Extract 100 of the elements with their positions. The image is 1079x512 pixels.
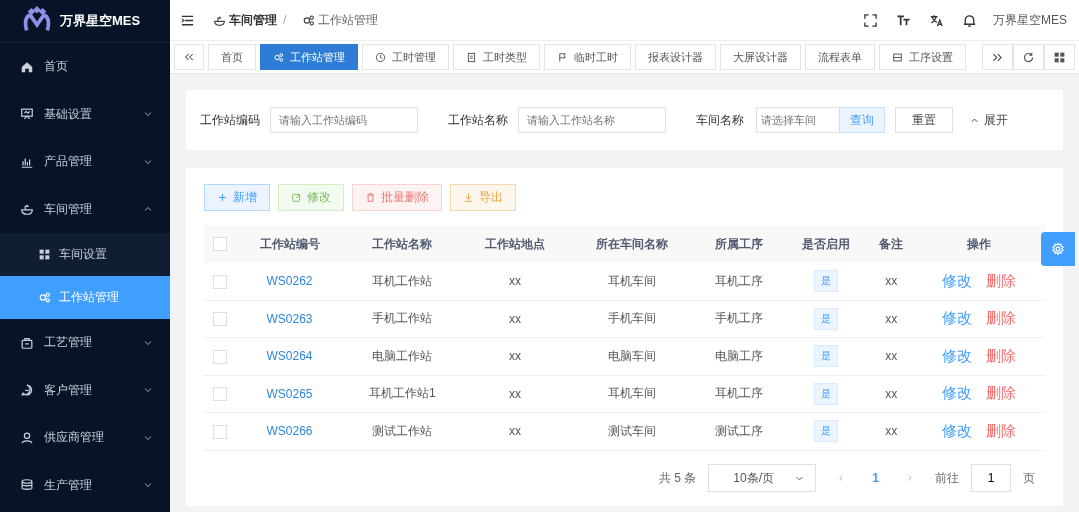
table-cell: 手机工序 [696, 300, 783, 338]
menu-label: 车间设置 [59, 246, 107, 263]
gears-icon [302, 13, 316, 27]
gears-icon [38, 291, 51, 304]
code-link[interactable]: WS0265 [266, 386, 313, 401]
submenu-item[interactable]: 车间设置 [0, 233, 170, 276]
refresh-icon [1022, 50, 1035, 64]
goto-suffix: 页 [1023, 469, 1035, 487]
row-checkbox[interactable] [213, 349, 227, 364]
tab-menu-button[interactable] [1044, 44, 1075, 70]
table-cell: 耳机工作站1 [343, 375, 462, 413]
page-tab[interactable]: 工作站管理 [260, 44, 358, 70]
fullscreen-icon [863, 12, 878, 28]
translate-icon [929, 12, 944, 28]
scroll-left-button[interactable] [174, 44, 204, 70]
table-cell: xx [461, 300, 569, 338]
table-cell: 耳机车间 [568, 375, 697, 413]
table-cell: 手机工作站 [343, 300, 462, 338]
page-size-select[interactable]: 10条/页 [708, 464, 817, 492]
input-field[interactable]: 请选择车间 [756, 107, 839, 133]
breadcrumb-item[interactable]: 车间管理 [229, 11, 277, 29]
page-tab[interactable]: 报表设计器 [635, 44, 716, 70]
column-header: 所在车间名称 [568, 225, 697, 263]
table-cell: 手机车间 [568, 300, 697, 338]
row-checkbox[interactable] [213, 424, 227, 439]
bowl-icon [213, 13, 226, 27]
bag-icon [20, 335, 34, 350]
user-name[interactable]: 万界星空MES [993, 11, 1067, 29]
field-label: 工作站名称 [448, 111, 508, 129]
table-cell: 电脑工作站 [343, 337, 462, 375]
table-cell: xx [868, 300, 914, 338]
edit-icon [291, 192, 302, 203]
refresh-button[interactable] [1013, 44, 1044, 70]
table-cell: xx [868, 263, 914, 300]
menu-item[interactable]: 客户管理 [0, 366, 170, 414]
page-tab[interactable]: 工时类型 [453, 44, 540, 70]
doc-icon [466, 51, 477, 63]
settings-icon [1051, 242, 1065, 256]
total-count: 共 5 条 [658, 469, 697, 487]
input-field[interactable]: 请输入工作站编码 [270, 107, 418, 133]
page-tab[interactable]: 首页 [208, 44, 256, 70]
table-cell: xx [868, 337, 914, 375]
reset-button[interactable]: 重置 [895, 107, 953, 133]
code-link[interactable]: WS0264 [266, 349, 313, 364]
code-link[interactable]: WS0262 [266, 274, 313, 289]
table-cell: 耳机工序 [696, 375, 783, 413]
page-tab[interactable]: 工序设置 [879, 44, 966, 70]
menu-label: 基础设置 [44, 105, 93, 123]
table-cell: 电脑车间 [568, 337, 697, 375]
select-all-checkbox[interactable] [213, 237, 227, 252]
table-cell: xx [461, 263, 569, 300]
menu-item[interactable]: 工艺管理 [0, 319, 170, 367]
grid-icon [1053, 50, 1066, 64]
table-cell: xx [868, 412, 914, 450]
table-cell: xx [461, 337, 569, 375]
flag-icon [557, 51, 568, 63]
page-tab[interactable]: 工时管理 [362, 44, 449, 70]
goto-page-input[interactable]: 1 [971, 464, 1011, 492]
expand-button[interactable]: 展开 [963, 110, 1014, 130]
menu-label: 生产管理 [44, 476, 93, 494]
menu-label: 车间管理 [44, 200, 93, 218]
row-checkbox[interactable] [213, 387, 227, 402]
code-link[interactable]: WS0266 [266, 424, 313, 439]
menu-item[interactable]: 基础设置 [0, 90, 170, 138]
menu-item[interactable]: 生产管理 [0, 461, 170, 509]
code-link[interactable]: WS0263 [266, 311, 313, 326]
column-header: 工作站地点 [461, 225, 569, 263]
clock-icon [375, 51, 386, 63]
user-icon [20, 430, 34, 445]
page-tab[interactable]: 临时工时 [544, 44, 631, 70]
status-tag: 是 [813, 270, 838, 293]
column-header: 所属工序 [696, 225, 783, 263]
font-size-icon [896, 12, 911, 28]
more-tabs-button[interactable] [982, 44, 1013, 70]
settings-button[interactable] [1041, 232, 1075, 266]
database-icon [20, 478, 34, 493]
table-cell: 耳机工作站 [343, 263, 462, 300]
table-cell: 测试工作站 [343, 412, 462, 450]
row-checkbox[interactable] [213, 312, 227, 327]
table-cell: xx [461, 375, 569, 413]
menu-item[interactable]: 供应商管理 [0, 414, 170, 462]
column-header: 工作站名称 [343, 225, 462, 263]
double-left-icon [183, 51, 195, 63]
table-cell: xx [461, 412, 569, 450]
input-field[interactable]: 请输入工作站名称 [518, 107, 666, 133]
field-label: 工作站编码 [200, 111, 260, 129]
status-tag: 是 [813, 420, 838, 443]
row-checkbox[interactable] [213, 274, 227, 289]
status-tag: 是 [813, 307, 838, 330]
menu-item[interactable]: 车间管理 [0, 185, 170, 233]
page-tab[interactable]: 大屏设计器 [720, 44, 801, 70]
menu-item[interactable]: 首页 [0, 43, 170, 91]
table-cell: 测试工序 [696, 412, 783, 450]
breadcrumb-item: 工作站管理 [318, 11, 379, 29]
status-tag: 是 [813, 382, 838, 405]
table-cell: 耳机工序 [696, 263, 783, 300]
page-tab[interactable]: 流程表单 [805, 44, 875, 70]
menu-item[interactable]: 产品管理 [0, 138, 170, 186]
goto-label: 前往 [935, 469, 959, 487]
list-icon [892, 51, 903, 63]
